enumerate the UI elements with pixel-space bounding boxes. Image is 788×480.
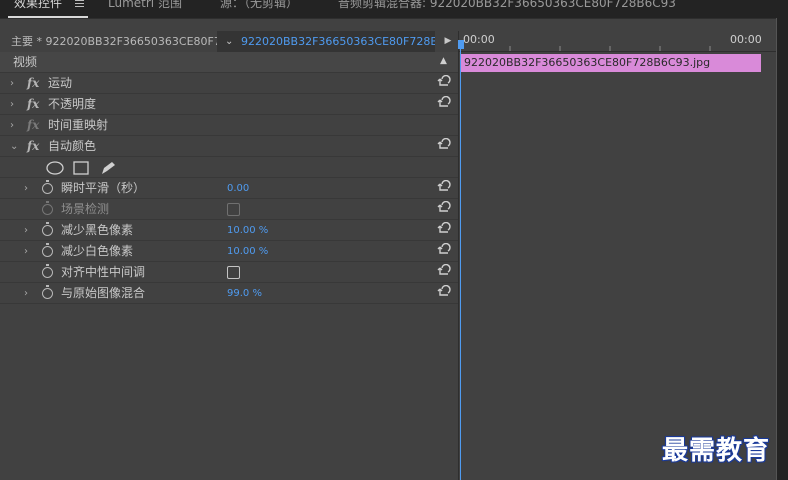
video-section-header[interactable]: 视频 ▲ [0, 52, 458, 73]
expand-chevron-icon[interactable]: › [10, 94, 14, 115]
expand-chevron-icon[interactable]: › [10, 115, 14, 136]
panel-tab-bar: 效果控件 Lumetri 范围 源：（无剪辑） 音频剪辑混合器: 922020B… [0, 0, 788, 18]
param-value[interactable]: 0.00 [227, 178, 249, 200]
effect-row-time-remap[interactable]: › fx 时间重映射 [0, 115, 458, 136]
stopwatch-icon[interactable] [42, 285, 53, 299]
reset-icon[interactable] [437, 243, 451, 257]
reset-icon[interactable] [437, 222, 451, 236]
reset-icon[interactable] [437, 180, 451, 194]
collapse-up-icon[interactable]: ▲ [440, 52, 447, 71]
expand-chevron-icon[interactable]: › [24, 220, 28, 241]
effect-controls-panel: 主要 * 922020BB32F36650363CE80F7... ⌄ 9220… [0, 18, 776, 480]
param-label: 场景检测 [61, 202, 110, 216]
stopwatch-icon[interactable] [42, 243, 53, 257]
clip-bar[interactable]: 922020BB32F36650363CE80F728B6C93.jpg [461, 54, 761, 72]
rectangle-mask-icon [73, 161, 89, 175]
reset-icon[interactable] [437, 285, 451, 299]
section-label: 视频 [13, 55, 38, 69]
playhead-line [460, 43, 461, 480]
param-label: 与原始图像混合 [61, 286, 146, 300]
panel-right-gutter [776, 18, 788, 480]
param-value[interactable]: 10.00 % [227, 241, 268, 263]
fx-badge-icon[interactable]: fx [27, 115, 39, 136]
watermark-logo: 最需教育 [662, 436, 771, 466]
tab-source[interactable]: 源：（无剪辑） [220, 0, 298, 12]
reset-icon[interactable] [437, 138, 451, 152]
reset-icon[interactable] [437, 264, 451, 278]
fx-badge-icon[interactable]: fx [27, 73, 39, 94]
clip-selector-label: 922020BB32F36650363CE80F728B... [241, 35, 435, 48]
expand-chevron-icon[interactable]: › [24, 241, 28, 262]
fx-badge-icon[interactable]: fx [27, 94, 39, 115]
clip-selector[interactable]: ⌄ 922020BB32F36650363CE80F728B... [217, 31, 435, 52]
effect-label: 不透明度 [48, 97, 97, 111]
panel-menu-icon[interactable] [75, 0, 84, 7]
effects-list: 视频 ▲ › fx 运动 › fx 不透明度 › fx 时间重映射 ⌄ fx 自… [0, 52, 458, 304]
effect-row-motion[interactable]: › fx 运动 [0, 73, 458, 94]
reset-icon[interactable] [437, 96, 451, 110]
param-row-white-clip[interactable]: › 减少白色像素 10.00 % [0, 241, 458, 262]
playhead-handle[interactable] [458, 40, 464, 49]
expand-chevron-icon[interactable]: › [24, 178, 28, 199]
effect-row-auto-color[interactable]: ⌄ fx 自动颜色 [0, 136, 458, 157]
ellipse-mask-icon [46, 161, 64, 175]
param-label: 减少白色像素 [61, 244, 134, 258]
param-row-temporal-smoothing[interactable]: › 瞬时平滑（秒） 0.00 [0, 178, 458, 199]
tab-effect-controls[interactable]: 效果控件 [14, 0, 62, 12]
tab-lumetri-scopes[interactable]: Lumetri 范围 [108, 0, 182, 12]
stopwatch-icon[interactable] [42, 180, 53, 194]
scene-detect-checkbox[interactable] [227, 203, 240, 216]
play-arrow-icon[interactable]: ▶ [438, 31, 458, 52]
ruler-ticks [509, 46, 711, 51]
param-value[interactable]: 99.0 % [227, 283, 262, 305]
time-ruler[interactable]: 00:00 00:00 [458, 31, 776, 52]
collapse-chevron-icon[interactable]: ⌄ [10, 136, 18, 157]
param-row-blend-with-original[interactable]: › 与原始图像混合 99.0 % [0, 283, 458, 304]
stopwatch-icon [42, 201, 53, 215]
param-row-black-clip[interactable]: › 减少黑色像素 10.00 % [0, 220, 458, 241]
param-label: 对齐中性中间调 [61, 265, 146, 279]
master-clip-label[interactable]: 主要 * 922020BB32F36650363CE80F7... [0, 31, 217, 52]
chevron-down-icon: ⌄ [225, 36, 234, 47]
effect-row-opacity[interactable]: › fx 不透明度 [0, 94, 458, 115]
tab-audio-clip-mixer[interactable]: 音频剪辑混合器: 922020BB32F36650363CE80F728B6C9… [338, 0, 676, 12]
stopwatch-icon[interactable] [42, 222, 53, 236]
snap-midtones-checkbox[interactable] [227, 266, 240, 279]
effect-label: 时间重映射 [48, 118, 109, 132]
reset-icon[interactable] [437, 75, 451, 89]
param-row-scene-detect[interactable]: 场景检测 [0, 199, 458, 220]
expand-chevron-icon[interactable]: › [24, 283, 28, 304]
fx-badge-icon[interactable]: fx [27, 136, 39, 157]
pen-mask-icon [102, 162, 115, 174]
expand-chevron-icon[interactable]: › [10, 73, 14, 94]
param-value[interactable]: 10.00 % [227, 220, 268, 242]
param-label: 减少黑色像素 [61, 223, 134, 237]
effect-label: 自动颜色 [48, 139, 97, 153]
effect-timeline[interactable]: 00:00 00:00 922020BB32F36650363CE80F728B… [458, 31, 776, 480]
effect-label: 运动 [48, 76, 73, 90]
mask-tools [46, 161, 115, 175]
mask-tools-row [0, 157, 458, 178]
param-row-snap-neutral-midtones[interactable]: 对齐中性中间调 [0, 262, 458, 283]
stopwatch-icon[interactable] [42, 264, 53, 278]
reset-icon[interactable] [437, 201, 451, 215]
param-label: 瞬时平滑（秒） [61, 181, 146, 195]
